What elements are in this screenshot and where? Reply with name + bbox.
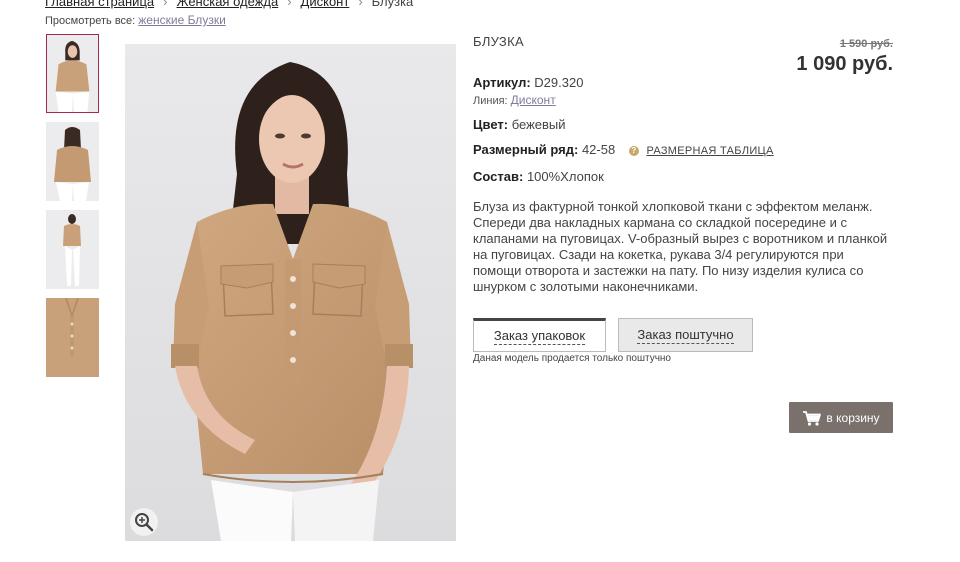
order-single-label: Заказ поштучно (637, 326, 734, 344)
breadcrumb-current: Блузка (371, 0, 414, 9)
thumbnail-front[interactable] (46, 34, 99, 113)
size-value: 42-58 (581, 142, 616, 157)
breadcrumb-womens-clothing[interactable]: Женская одежда (176, 0, 278, 9)
breadcrumb-home[interactable]: Главная страница (45, 0, 154, 9)
line-row: Линия: Дисконт (473, 93, 556, 107)
order-packs-tab[interactable]: Заказ упаковок (473, 318, 606, 352)
add-to-cart-label: в корзину (826, 410, 880, 425)
view-all-link[interactable]: женские Блузки (138, 13, 226, 27)
thumbnail-back[interactable] (46, 122, 99, 201)
breadcrumb-discount[interactable]: Дисконт (301, 0, 350, 9)
composition-row: Состав: 100%Хлопок (473, 169, 604, 184)
add-to-cart-button[interactable]: в корзину (789, 402, 893, 433)
color-label: Цвет: (473, 117, 509, 132)
old-price: 1 590 руб. (839, 38, 893, 50)
order-single-tab[interactable]: Заказ поштучно (618, 318, 753, 352)
product-info: БЛУЗКА 1 590 руб. 1 090 руб. Артикул: D2… (473, 34, 893, 433)
size-table-link[interactable]: РАЗМЕРНАЯ ТАБЛИЦА (646, 145, 773, 157)
thumbnail-detail[interactable] (46, 298, 99, 377)
article-label: Артикул: (473, 75, 531, 90)
color-value: бежевый (511, 117, 566, 132)
composition-label: Состав: (473, 169, 524, 184)
breadcrumb: Главная страница › Женская одежда › Дисконт ›… (45, 0, 413, 9)
order-packs-label: Заказ упаковок (493, 327, 586, 345)
color-row: Цвет: бежевый (473, 117, 566, 132)
thumbnail-list (46, 34, 99, 386)
article-row: Артикул: D29.320 (473, 75, 583, 90)
size-label: Размерный ряд: (473, 142, 579, 157)
product-description: Блуза из фактурной тонкой хлопковой ткан… (473, 199, 888, 294)
zoom-icon[interactable] (130, 508, 158, 536)
breadcrumb-separator: › (163, 0, 168, 9)
article-value: D29.320 (534, 75, 584, 90)
thumbnail-full[interactable] (46, 210, 99, 289)
order-note: Даная модель продается только поштучно (473, 353, 671, 364)
line-label: Линия: (473, 95, 508, 107)
view-all-label: Просмотреть все: (45, 15, 136, 27)
current-price: 1 090 руб. (796, 53, 893, 75)
cart-icon (803, 410, 822, 426)
size-row: Размерный ряд: 42-58 ? РАЗМЕРНАЯ ТАБЛИЦА (473, 142, 774, 157)
view-all: Просмотреть все: женские Блузки (45, 13, 226, 27)
composition-value: 100%Хлопок (526, 169, 604, 184)
line-link[interactable]: Дисконт (511, 93, 556, 107)
breadcrumb-separator: › (358, 0, 363, 9)
product-title: БЛУЗКА (473, 34, 524, 49)
product-main-image[interactable] (125, 44, 456, 541)
breadcrumb-separator: › (287, 0, 292, 9)
question-icon[interactable]: ? (628, 146, 639, 156)
